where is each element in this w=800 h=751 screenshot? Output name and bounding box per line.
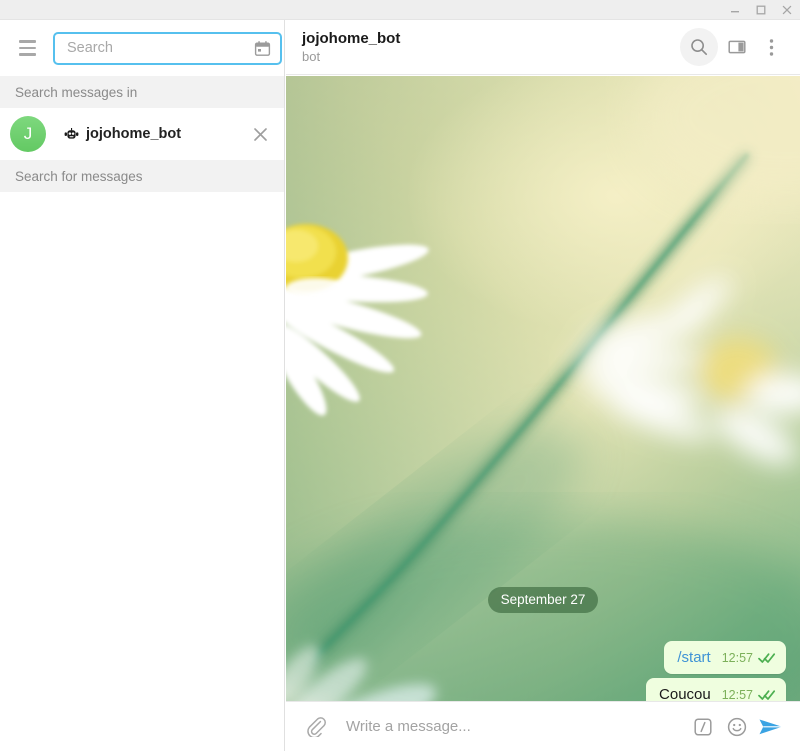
message-time: 12:57 — [721, 688, 753, 702]
search-results-empty-area — [0, 192, 284, 751]
emoji-smiley-icon[interactable] — [720, 710, 754, 744]
chat-title-wrap[interactable]: jojohome_bot bot — [302, 29, 680, 65]
message-input[interactable] — [346, 718, 686, 735]
message-text: /start — [677, 649, 711, 666]
read-receipt-double-check-icon — [758, 689, 776, 701]
telegram-window: Search messages in J jojohome_bot — [0, 0, 800, 751]
chat-column: jojohome_bot bot September 27 /start 12:… — [286, 20, 800, 751]
peer-name: jojohome_bot — [86, 126, 182, 142]
message-list: September 27 /start 12:57 Coucou 12:57 — [286, 76, 800, 721]
sidebar-search-row — [0, 20, 284, 76]
close-button[interactable] — [774, 0, 800, 20]
search-peer-row[interactable]: J jojohome_bot — [0, 108, 284, 160]
message-time: 12:57 — [721, 651, 753, 665]
search-icon[interactable] — [680, 28, 718, 66]
panel-toggle-icon[interactable] — [718, 28, 756, 66]
message-meta: 12:57 — [722, 651, 776, 665]
search-field-wrapper[interactable] — [53, 31, 282, 65]
search-sidebar: Search messages in J jojohome_bot — [0, 20, 285, 751]
chat-subtitle: bot — [302, 49, 321, 64]
avatar: J — [10, 116, 46, 152]
minimize-button[interactable] — [722, 0, 748, 20]
paperclip-icon[interactable] — [300, 716, 330, 737]
window-titlebar — [0, 0, 800, 20]
bot-icon — [64, 127, 79, 141]
peer-main: jojohome_bot — [64, 126, 250, 142]
page-title: jojohome_bot — [302, 30, 401, 47]
chat-wallpaper: September 27 /start 12:57 Coucou 12:57 — [286, 76, 800, 721]
search-for-messages-header: Search for messages — [0, 160, 284, 192]
date-separator-row: September 27 — [300, 587, 786, 613]
search-input[interactable] — [67, 40, 254, 56]
message-meta: 12:57 — [722, 688, 776, 702]
maximize-button[interactable] — [748, 0, 774, 20]
slash-command-icon[interactable] — [686, 710, 720, 744]
message-row: /start 12:57 — [300, 641, 786, 674]
read-receipt-double-check-icon — [758, 652, 776, 664]
send-icon[interactable] — [754, 710, 788, 744]
more-menu-icon[interactable] — [756, 28, 786, 66]
search-messages-in-header: Search messages in — [0, 76, 284, 108]
calendar-icon[interactable] — [254, 40, 272, 57]
close-icon[interactable] — [250, 126, 270, 143]
message-composer — [286, 701, 800, 751]
message-bubble-start[interactable]: /start 12:57 — [664, 641, 786, 674]
date-separator: September 27 — [487, 587, 599, 613]
hamburger-menu-icon[interactable] — [8, 29, 46, 67]
chat-header: jojohome_bot bot — [286, 20, 800, 75]
